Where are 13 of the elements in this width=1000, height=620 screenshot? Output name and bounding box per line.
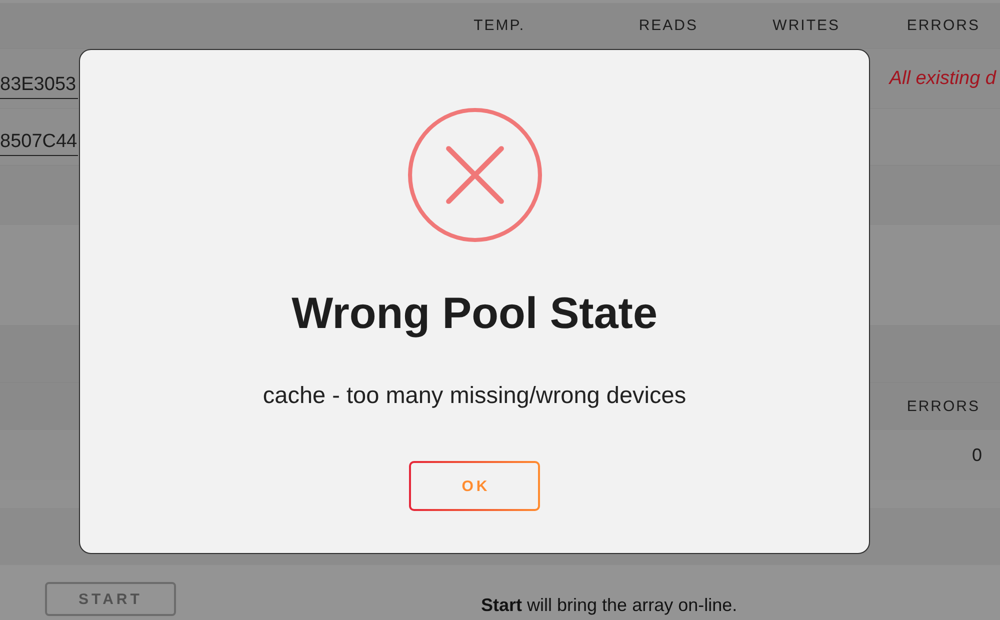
table-cell: 0 bbox=[972, 444, 982, 466]
error-circle-x-icon bbox=[408, 108, 542, 242]
dialog-message: cache - too many missing/wrong devices bbox=[262, 381, 686, 410]
device-field[interactable]: 83E3053 bbox=[0, 72, 78, 99]
column-header: ERRORS bbox=[906, 17, 980, 34]
dialog-title: Wrong Pool State bbox=[292, 288, 658, 340]
device-field[interactable]: 8507C44 bbox=[0, 129, 78, 156]
column-header: TEMP. bbox=[472, 17, 525, 34]
column-header: READS bbox=[638, 17, 698, 34]
warning-text: All existing d bbox=[889, 68, 998, 90]
start-description: Start will bring the array on-line. bbox=[481, 595, 738, 616]
column-header: WRITES bbox=[772, 17, 840, 34]
column-header: ERRORS bbox=[906, 398, 980, 415]
